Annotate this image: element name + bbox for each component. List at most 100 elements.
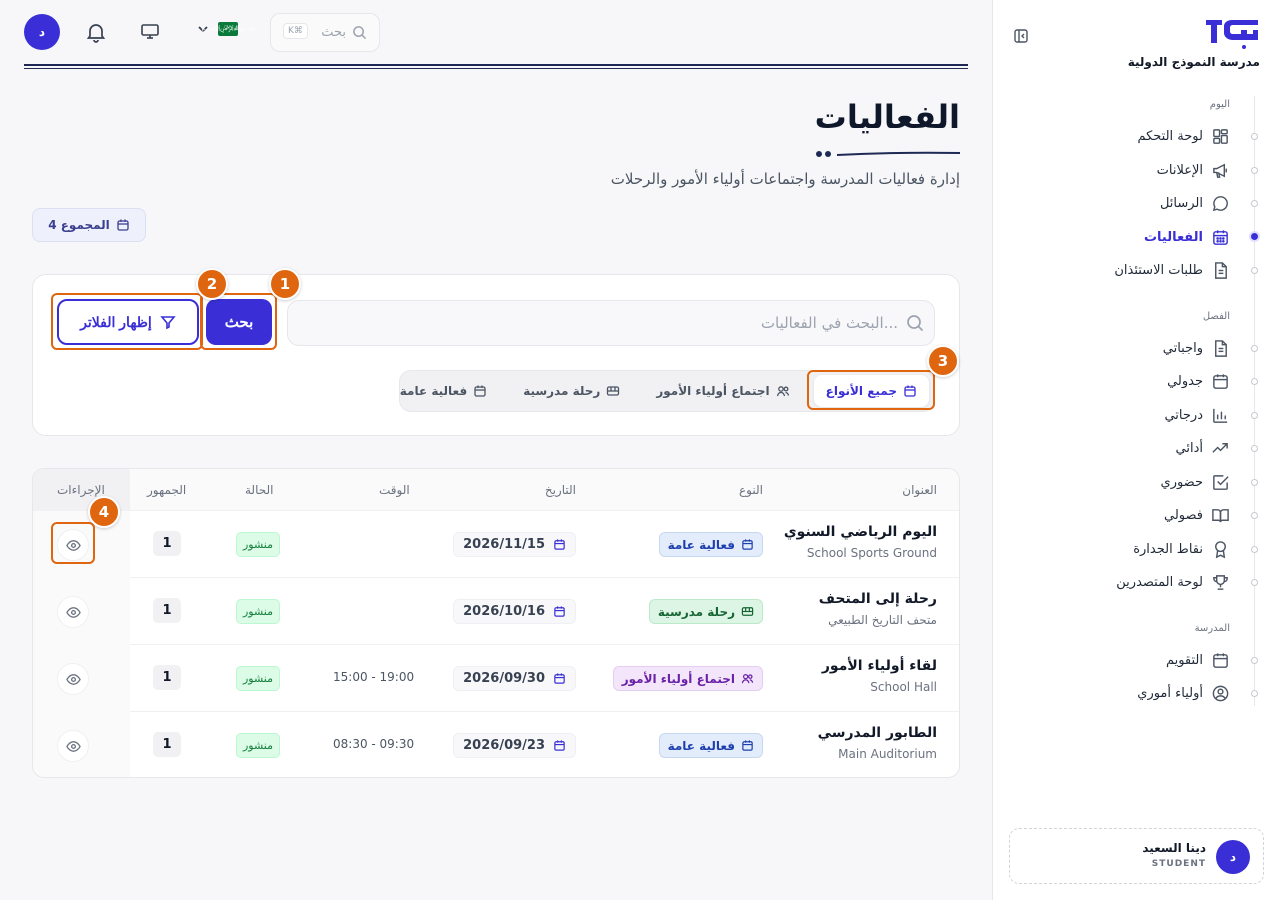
rail-dot (1251, 412, 1258, 419)
event-date: 2026/11/15 (453, 532, 576, 557)
bar-chart-icon (1211, 406, 1230, 425)
event-date-text: 2026/09/23 (463, 738, 545, 753)
search-button[interactable]: بحث (206, 299, 272, 345)
eye-icon (65, 538, 81, 553)
search-icon (352, 25, 367, 40)
calendar-icon (1211, 228, 1230, 247)
profile-avatar-button[interactable]: د (24, 14, 60, 50)
sidebar-item-homework[interactable]: واجباتي (1163, 336, 1230, 360)
calendar-icon (741, 538, 754, 551)
search-icon (906, 314, 924, 332)
filter-card: البحث في الفعاليات... بحث إظهار الفلاتر … (32, 274, 960, 436)
rail-dot-active (1251, 233, 1258, 240)
audience-count: 1 (153, 665, 181, 690)
calendar-icon (903, 384, 917, 398)
sidebar-collapse-icon[interactable] (1013, 28, 1029, 44)
sidebar-item-leaderboard[interactable]: لوحة المتصدرين (1116, 570, 1230, 594)
annotation-marker-2: 2 (196, 268, 228, 300)
event-title: رحلة إلى المتحف (818, 591, 937, 607)
rail-dot (1251, 657, 1258, 664)
language-switcher[interactable]: ﷽ (196, 22, 255, 36)
eye-icon (65, 739, 81, 754)
col-header-date: التاريخ (544, 483, 576, 497)
annotation-marker-4: 4 (88, 496, 120, 528)
sidebar-item-label: واجباتي (1162, 340, 1203, 356)
sidebar-item-announcements[interactable]: الإعلانات (1157, 158, 1230, 182)
rail-dot (1251, 133, 1258, 140)
user-card[interactable]: د دينا السعيد STUDENT (1009, 828, 1264, 884)
calendar-icon (473, 384, 487, 398)
section-label-today: اليوم (1209, 99, 1230, 110)
sidebar-item-events[interactable]: الفعاليات (1144, 225, 1230, 249)
sidebar-item-schedule[interactable]: جدولي (1167, 369, 1230, 393)
bell-icon[interactable] (85, 21, 107, 43)
sidebar-item-label: أولياء أموري (1137, 685, 1203, 701)
tab-all-types[interactable]: جميع الأنواع (813, 375, 929, 407)
event-type-badge: فعالية عامة (658, 532, 763, 557)
sidebar-item-grades[interactable]: درجاتي (1164, 403, 1230, 427)
view-event-button[interactable] (57, 596, 89, 628)
event-type-tabs: جميع الأنواع اجتماع أولياء الأمور رحلة م… (399, 370, 935, 412)
sidebar-item-calendar[interactable]: التقويم (1166, 648, 1230, 672)
calendar-icon (1211, 372, 1230, 391)
status-badge: منشور (236, 733, 281, 758)
status-badge: منشور (236, 666, 281, 691)
sidebar-item-label: الإعلانات (1156, 162, 1203, 178)
event-time: 08:30 - 09:30 (333, 737, 415, 751)
events-search-placeholder: البحث في الفعاليات... (760, 314, 898, 332)
event-title: لقاء أولياء الأمور (821, 658, 937, 674)
rail-dot (1251, 167, 1258, 174)
shortcut-hint: K⌘ (283, 23, 308, 39)
rail-dot (1251, 378, 1258, 385)
tab-general-event[interactable]: فعالية عامة (388, 375, 499, 407)
table-row: اليوم الرياضي السنوي School Sports Groun… (33, 511, 959, 578)
sidebar-item-classes[interactable]: فصولي (1164, 503, 1230, 527)
sidebar-item-label: طلبات الاستئذان (1114, 262, 1203, 278)
document-icon (1211, 261, 1230, 280)
user-name: دينا السعيد (1142, 841, 1206, 855)
school-logo (1204, 16, 1260, 50)
sidebar-item-messages[interactable]: الرسائل (1160, 191, 1230, 215)
section-label-class: الفصل (1202, 311, 1230, 322)
total-count-label: 4 المجموع (48, 218, 110, 232)
rail-dot (1251, 479, 1258, 486)
sidebar-item-label: لوحة المتصدرين (1116, 574, 1203, 590)
view-event-button[interactable] (57, 730, 89, 762)
global-search-placeholder: بحث (321, 25, 346, 40)
section-label-school: المدرسة (1194, 623, 1230, 634)
user-circle-icon (1211, 684, 1230, 703)
calendar-icon (553, 672, 566, 685)
sidebar-item-my-parents[interactable]: أولياء أموري (1137, 681, 1230, 705)
sidebar-item-dashboard[interactable]: لوحة التحكم (1137, 124, 1230, 148)
monitor-icon[interactable] (140, 21, 160, 41)
table-row: الطابور المدرسي Main Auditorium فعالية ع… (33, 712, 959, 777)
sidebar: مدرسة النموذج الدولية اليوم الفصل المدرس… (992, 0, 1280, 900)
nav-rail (1254, 96, 1255, 706)
event-type-label: رحلة مدرسية (657, 604, 735, 619)
show-filters-button[interactable]: إظهار الفلاتر (57, 299, 199, 345)
view-event-button[interactable] (57, 529, 89, 561)
event-type-label: اجتماع أولياء الأمور (621, 671, 735, 686)
audience-count: 1 (153, 732, 181, 757)
annotation-marker-3: 3 (927, 345, 959, 377)
show-filters-label: إظهار الفلاتر (80, 313, 152, 330)
event-title: الطابور المدرسي (817, 725, 937, 741)
view-event-button[interactable] (57, 663, 89, 695)
audience-count: 1 (153, 598, 181, 623)
calendar-icon (553, 605, 566, 618)
sidebar-item-leave-requests[interactable]: طلبات الاستئذان (1114, 258, 1230, 282)
bus-icon (741, 605, 754, 618)
sidebar-item-merit-points[interactable]: نقاط الجدارة (1133, 537, 1230, 561)
events-search-input[interactable]: البحث في الفعاليات... (287, 300, 935, 346)
rail-dot (1251, 546, 1258, 553)
tab-label: جميع الأنواع (825, 384, 897, 398)
sidebar-item-attendance[interactable]: حضوري (1161, 470, 1230, 494)
document-icon (1211, 339, 1230, 358)
global-search[interactable]: K⌘ بحث (270, 13, 380, 52)
tab-school-trip[interactable]: رحلة مدرسية (511, 375, 632, 407)
calendar-icon (553, 739, 566, 752)
megaphone-icon (1211, 161, 1230, 180)
sidebar-item-performance[interactable]: أدائي (1176, 436, 1230, 460)
tab-parent-meeting[interactable]: اجتماع أولياء الأمور (644, 375, 801, 407)
event-type-label: فعالية عامة (667, 537, 735, 552)
